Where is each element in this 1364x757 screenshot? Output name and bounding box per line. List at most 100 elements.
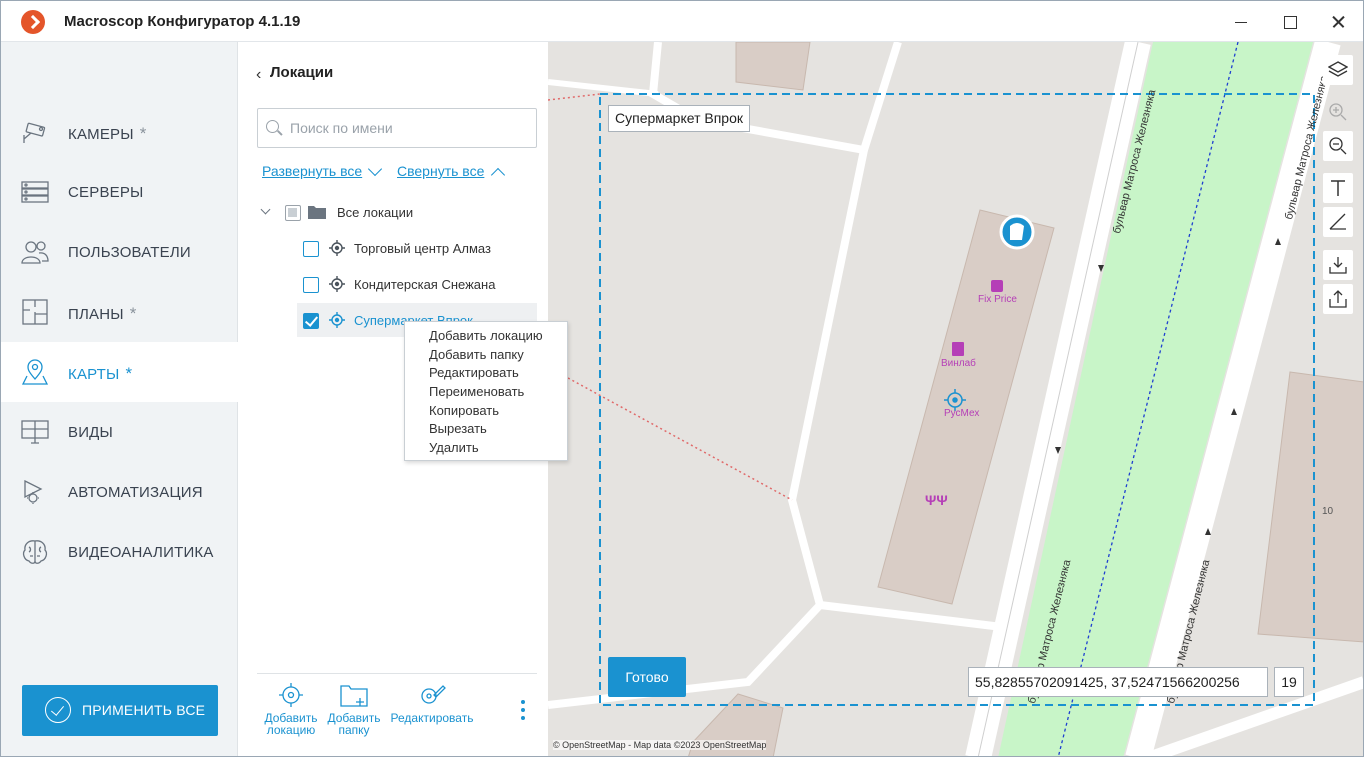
- shop-icon: [991, 280, 1004, 292]
- text-tool-button[interactable]: [1323, 173, 1353, 203]
- unsaved-star: *: [139, 124, 147, 143]
- share-icon: [1329, 290, 1347, 308]
- server-icon: [21, 181, 49, 203]
- export-button[interactable]: [1323, 284, 1353, 314]
- add-folder-icon: [340, 685, 368, 707]
- chevron-down-icon[interactable]: [367, 161, 383, 177]
- automation-gear-icon: [24, 479, 43, 504]
- shape-tool-button[interactable]: [1323, 207, 1353, 237]
- panel-title: Локации: [270, 64, 334, 81]
- main-nav: КАМЕРЫ * СЕРВЕРЫ ПОЛЬЗОВАТЕЛИ ПЛАНЫ * КАРТ…: [1, 42, 238, 756]
- nav-item-views[interactable]: ВИДЫ: [1, 402, 238, 462]
- brain-icon: [22, 540, 48, 564]
- apply-all-label: ПРИМЕНИТЬ ВСЕ: [82, 702, 206, 718]
- menu-item-rename[interactable]: Переименовать: [429, 384, 524, 399]
- text-icon: [1331, 180, 1345, 196]
- floorplan-icon: [22, 299, 48, 325]
- layers-button[interactable]: [1323, 55, 1353, 85]
- panel-divider: [257, 673, 537, 674]
- add-folder-button[interactable]: Добавить папку: [325, 682, 383, 736]
- search-icon: [266, 120, 279, 133]
- back-arrow-icon[interactable]: ‹: [256, 66, 261, 84]
- polygon-icon: [1329, 213, 1346, 230]
- title-bar: Macroscop Конфигуратор 4.1.19: [1, 1, 1363, 42]
- unsaved-star: *: [125, 364, 133, 383]
- house-number: 10: [1322, 506, 1334, 517]
- layers-icon: [1328, 61, 1348, 77]
- nav-item-automation[interactable]: АВТОМАТИЗАЦИЯ: [1, 462, 238, 522]
- nav-item-videoanalytics[interactable]: ВИДЕОАНАЛИТИКА: [1, 522, 238, 582]
- menu-item-delete[interactable]: Удалить: [429, 440, 479, 455]
- menu-item-cut[interactable]: Вырезать: [429, 421, 487, 436]
- zoom-out-icon: [1329, 137, 1347, 155]
- checkbox-location[interactable]: [303, 277, 319, 293]
- map-pin-icon: [21, 359, 49, 385]
- macroscop-logo-icon: [21, 10, 45, 34]
- maximize-button[interactable]: [1275, 7, 1305, 37]
- map-view[interactable]: Fix Price Винлаб РусМех ΨΨ бульвар Матро…: [548, 42, 1364, 757]
- checkbox-location-checked[interactable]: [303, 313, 319, 329]
- nav-item-servers[interactable]: СЕРВЕРЫ: [1, 162, 238, 222]
- chevron-up-icon[interactable]: [490, 167, 506, 183]
- add-folder-label: Добавить папку: [327, 711, 381, 737]
- apply-all-button[interactable]: ПРИМЕНИТЬ ВСЕ: [22, 685, 218, 736]
- checkbox-location[interactable]: [303, 241, 319, 257]
- location-target-icon: [329, 312, 345, 328]
- nav-item-cameras[interactable]: КАМЕРЫ *: [1, 102, 238, 162]
- search-box[interactable]: [257, 108, 537, 148]
- nav-item-users[interactable]: ПОЛЬЗОВАТЕЛИ: [1, 222, 238, 282]
- poi-label: Винлаб: [941, 358, 976, 369]
- map-attribution: © OpenStreetMap - Map data ©2023 OpenStr…: [553, 740, 767, 750]
- zoom-in-button[interactable]: [1323, 97, 1353, 127]
- download-icon: [1329, 257, 1347, 274]
- collapse-chevron-icon[interactable]: [260, 204, 271, 215]
- camera-icon: [23, 122, 46, 143]
- check-circle-icon: [45, 697, 71, 723]
- import-button[interactable]: [1323, 250, 1353, 280]
- tree-row-root[interactable]: Все локации: [257, 195, 537, 229]
- more-options-icon[interactable]: [521, 700, 525, 724]
- map-canvas[interactable]: [548, 42, 1364, 757]
- minimize-button[interactable]: [1226, 7, 1256, 37]
- poi-fixprice: Fix Price: [978, 280, 1017, 305]
- add-location-icon: [279, 683, 303, 707]
- menu-item-add-location[interactable]: Добавить локацию: [429, 328, 543, 343]
- app-title: Macroscop Конфигуратор 4.1.19: [64, 13, 301, 30]
- poi-label: Fix Price: [978, 294, 1017, 305]
- nav-label-servers: СЕРВЕРЫ: [68, 184, 144, 201]
- wine-icon: [952, 342, 965, 356]
- zoom-out-button[interactable]: [1323, 131, 1353, 161]
- zoom-level-field[interactable]: 19: [1274, 667, 1304, 697]
- zoom-in-icon: [1329, 103, 1347, 121]
- nav-item-plans[interactable]: ПЛАНЫ *: [1, 282, 238, 342]
- tree-label-root: Все локации: [337, 205, 414, 220]
- menu-item-edit[interactable]: Редактировать: [429, 365, 519, 380]
- nav-label-plans: ПЛАНЫ: [68, 306, 124, 323]
- nav-item-maps[interactable]: КАРТЫ *: [1, 342, 238, 402]
- expand-all-link[interactable]: Развернуть все: [262, 163, 362, 179]
- add-location-button[interactable]: Добавить локацию: [263, 682, 319, 736]
- nav-label-videoanalytics: ВИДЕОАНАЛИТИКА: [68, 544, 214, 561]
- done-button[interactable]: Готово: [608, 657, 686, 697]
- nav-label-maps: КАРТЫ: [68, 366, 120, 383]
- edit-location-icon: [421, 685, 446, 704]
- folder-icon: [308, 206, 326, 219]
- edit-label: Редактировать: [390, 711, 474, 725]
- poi-rusmeh: РусМех: [944, 408, 979, 419]
- tree-label-location: Кондитерская Снежана: [354, 277, 496, 292]
- checkbox-root[interactable]: [285, 205, 301, 221]
- close-button[interactable]: [1323, 7, 1353, 37]
- nav-label-cameras: КАМЕРЫ: [68, 126, 134, 143]
- coordinates-field[interactable]: 55,82855702091425, 37,52471566200256: [968, 667, 1268, 697]
- collapse-all-link[interactable]: Свернуть все: [397, 163, 484, 179]
- location-target-icon: [329, 276, 345, 292]
- menu-item-copy[interactable]: Копировать: [429, 403, 499, 418]
- menu-item-add-folder[interactable]: Добавить папку: [429, 347, 524, 362]
- tree-row-location[interactable]: Кондитерская Снежана: [297, 267, 537, 301]
- nav-label-users: ПОЛЬЗОВАТЕЛИ: [68, 244, 191, 261]
- restaurant-icon: ΨΨ: [925, 492, 948, 508]
- tree-row-location[interactable]: Торговый центр Алмаз: [297, 231, 537, 265]
- edit-button[interactable]: Редактировать: [390, 682, 474, 724]
- users-icon: [21, 241, 49, 264]
- search-input[interactable]: [290, 117, 530, 139]
